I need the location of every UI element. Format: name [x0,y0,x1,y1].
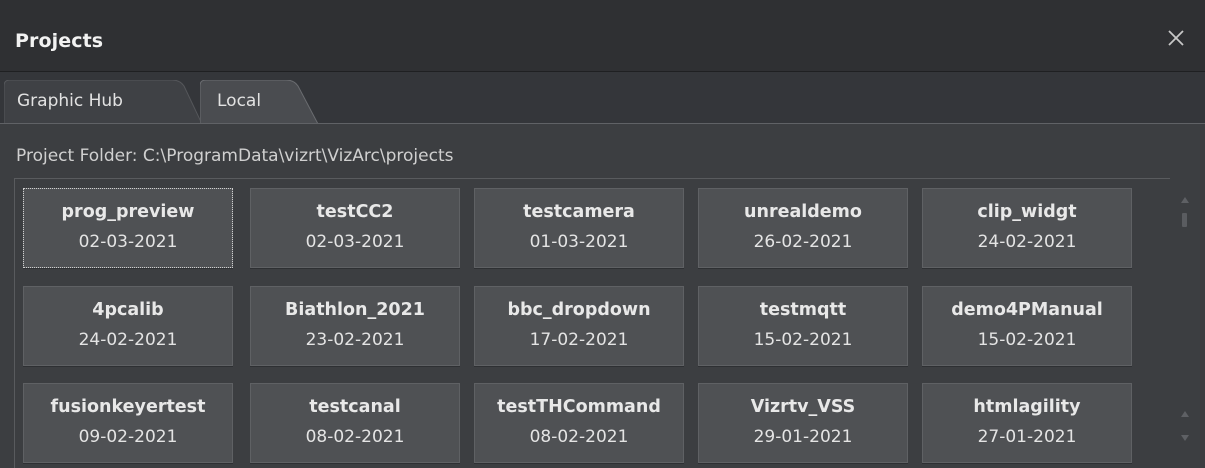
window-title: Projects [15,30,104,52]
project-date: 27-01-2021 [977,427,1077,447]
project-name: htmlagility [973,397,1081,417]
project-name: testcamera [523,202,635,222]
project-card[interactable]: testCC2 02-03-2021 [250,188,460,268]
close-button[interactable] [1160,22,1192,54]
project-date: 26-02-2021 [753,232,853,252]
project-folder-path: Project Folder: C:\ProgramData\vizrt\Viz… [16,146,454,166]
project-name: fusionkeyertest [50,397,206,417]
project-card[interactable]: 4pcalib 24-02-2021 [23,286,233,366]
project-date: 15-02-2021 [977,330,1077,350]
project-card[interactable]: demo4PManual 15-02-2021 [922,286,1132,366]
project-card[interactable]: prog_preview 02-03-2021 [23,188,233,268]
project-name: Biathlon_2021 [285,300,425,320]
project-card[interactable]: htmlagility 27-01-2021 [922,383,1132,463]
tab-local[interactable]: Local [200,80,320,124]
project-card[interactable]: clip_widgt 24-02-2021 [922,188,1132,268]
scroll-down-arrow[interactable] [1177,430,1193,444]
project-date: 02-03-2021 [305,232,405,252]
project-card[interactable]: unrealdemo 26-02-2021 [698,188,908,268]
project-date: 24-02-2021 [977,232,1077,252]
project-name: testmqtt [759,300,847,320]
project-date: 24-02-2021 [78,330,178,350]
project-card[interactable]: testmqtt 15-02-2021 [698,286,908,366]
project-name: demo4PManual [951,300,1103,320]
window-titlebar: Projects [0,0,1205,72]
scroll-up-arrow[interactable] [1177,192,1193,206]
scroll-thumb[interactable] [1182,213,1187,227]
project-date: 08-02-2021 [305,427,405,447]
project-card[interactable]: Vizrtv_VSS 29-01-2021 [698,383,908,463]
project-name: testTHCommand [497,397,661,417]
project-card[interactable]: fusionkeyertest 09-02-2021 [23,383,233,463]
project-card[interactable]: Biathlon_2021 23-02-2021 [250,286,460,366]
project-date: 17-02-2021 [529,330,629,350]
project-date: 23-02-2021 [305,330,405,350]
vertical-scrollbar[interactable] [1172,180,1198,468]
project-card[interactable]: bbc_dropdown 17-02-2021 [474,286,684,366]
project-date: 01-03-2021 [529,232,629,252]
scroll-up-arrow-lower[interactable] [1177,406,1193,420]
project-card[interactable]: testTHCommand 08-02-2021 [474,383,684,463]
project-name: bbc_dropdown [507,300,651,320]
chevron-up-icon [1181,411,1189,417]
project-name: prog_preview [61,202,195,222]
project-name: 4pcalib [92,300,164,320]
project-date: 08-02-2021 [529,427,629,447]
tab-local-label: Local [217,91,262,111]
project-date: 29-01-2021 [753,427,853,447]
chevron-down-icon [1181,435,1189,441]
tab-graphic-hub[interactable]: Graphic Hub [4,80,202,124]
tab-graphic-hub-label: Graphic Hub [17,91,123,111]
project-date: 02-03-2021 [78,232,178,252]
project-date: 09-02-2021 [78,427,178,447]
project-name: Vizrtv_VSS [750,397,856,417]
project-name: clip_widgt [977,202,1077,222]
close-icon [1168,30,1184,46]
project-date: 15-02-2021 [753,330,853,350]
project-card[interactable]: testcanal 08-02-2021 [250,383,460,463]
project-name: unrealdemo [744,202,862,222]
project-card[interactable]: testcamera 01-03-2021 [474,188,684,268]
chevron-up-icon [1181,197,1189,203]
project-name: testcanal [309,397,401,417]
project-name: testCC2 [316,202,394,222]
